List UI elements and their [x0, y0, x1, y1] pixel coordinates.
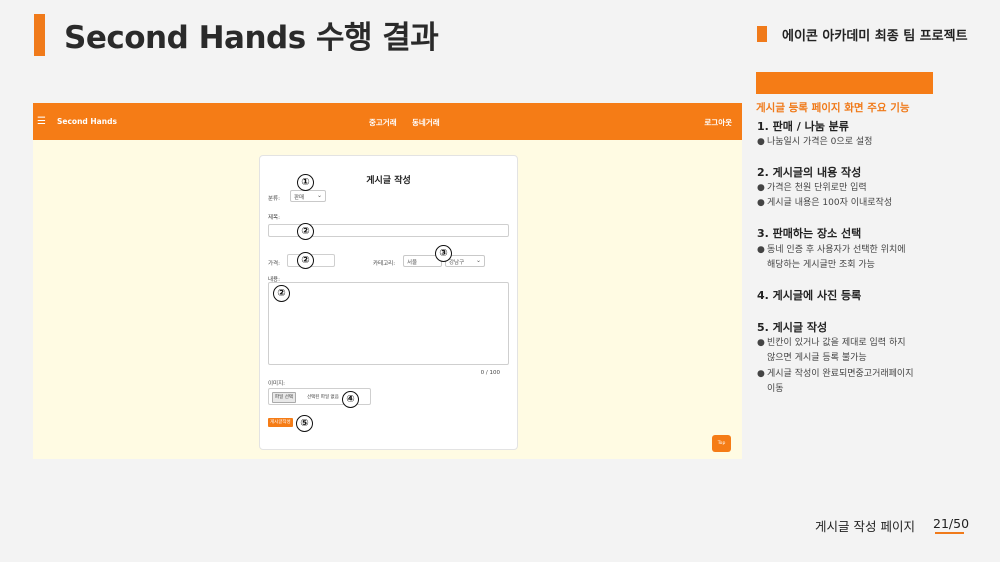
chevron-down-icon: ⌄: [316, 192, 322, 199]
marker-2-title: ②: [297, 223, 314, 240]
bullet-dot-icon: ●: [757, 183, 765, 193]
image-label: 이미지:: [268, 381, 286, 387]
char-counter: 0 / 100: [480, 370, 500, 376]
feature-bullet-cont: 이동: [767, 384, 784, 394]
feature-bullet-cont: 않으면 게시글 등록 불가능: [767, 353, 867, 363]
city-value: 서울: [407, 260, 418, 266]
title-label: 제목:: [268, 215, 280, 221]
bullet-dot-icon: ●: [757, 369, 765, 379]
page-underline: [935, 532, 964, 534]
footer-label: 게시글 작성 페이지: [815, 519, 915, 534]
feature-heading: 5. 게시글 작성: [757, 321, 828, 334]
feature-bullet: ● 나눔일시 가격은 0으로 설정: [757, 134, 872, 150]
page-number: 21/50: [933, 516, 970, 531]
scroll-top-button[interactable]: Top: [712, 435, 731, 452]
marker-2-price: ②: [297, 252, 314, 269]
app-navbar: ☰ Second Hands 중고거래 동네거래 로그아웃: [33, 103, 742, 140]
feature-heading: 1. 판매 / 나눔 분류: [757, 120, 849, 133]
bullet-dot-icon: ●: [757, 198, 765, 208]
side-header-bar: [756, 72, 933, 94]
bullet-dot-icon: ●: [757, 245, 765, 255]
app-screenshot: ☰ Second Hands 중고거래 동네거래 로그아웃 게시글 작성 분류:…: [33, 103, 742, 459]
marker-1: ①: [297, 174, 314, 191]
bullet-dot-icon: ●: [757, 137, 765, 147]
brand-link[interactable]: Second Hands: [57, 117, 117, 126]
category-select[interactable]: 판매 ⌄: [290, 190, 326, 202]
logout-link[interactable]: 로그아웃: [704, 117, 732, 128]
slide-title: Second Hands 수행 결과: [64, 20, 439, 56]
project-label: 에이콘 아카데미 최종 팀 프로젝트: [782, 29, 968, 44]
feature-bullet: ● 게시글 작성이 완료되면중고거래페이지: [757, 366, 913, 382]
post-form-card: 게시글 작성 분류: 판매 ⌄ 제목: 가격: 카테고리: 서울 강남구 ⌄ 내용:…: [259, 155, 518, 450]
price-label: 가격:: [268, 261, 280, 267]
category-value: 판매: [294, 195, 305, 201]
submit-post-button[interactable]: 게시글작성: [268, 418, 293, 427]
nav-link-used-trade[interactable]: 중고거래: [369, 117, 397, 128]
nav-link-local-trade[interactable]: 동네거래: [412, 117, 440, 128]
menu-icon[interactable]: ☰: [37, 116, 46, 127]
file-none-text: 선택된 파일 없음: [307, 395, 339, 400]
marker-5: ⑤: [296, 415, 313, 432]
chevron-down-icon: ⌄: [475, 257, 481, 264]
feature-bullet: ● 빈칸이 있거나 값을 제대로 입력 하지: [757, 335, 906, 351]
marker-4: ④: [342, 391, 359, 408]
feature-heading: 2. 게시글의 내용 작성: [757, 166, 862, 179]
title-accent-bar: [34, 14, 45, 56]
file-select-button[interactable]: 파일 선택: [272, 392, 296, 403]
project-accent-bar: [757, 26, 767, 42]
feature-bullet: ● 가격은 천원 단위로만 입력: [757, 180, 867, 196]
marker-3: ③: [435, 245, 452, 262]
district-value: 강남구: [449, 260, 465, 266]
category-label: 분류:: [268, 196, 280, 202]
content-textarea[interactable]: [268, 282, 509, 365]
marker-2-content: ②: [273, 285, 290, 302]
feature-bullet: ● 동네 인증 후 사용자가 선택한 위치에: [757, 242, 906, 258]
feature-heading: 3. 판매하는 장소 선택: [757, 227, 862, 240]
feature-bullet-cont: 해당하는 게시글만 조회 가능: [767, 260, 875, 270]
feature-bullet: ● 게시글 내용은 100자 이내로작성: [757, 195, 892, 211]
side-caption: 게시글 등록 페이지 화면 주요 기능: [756, 102, 910, 114]
feature-heading: 4. 게시글에 사진 등록: [757, 289, 862, 302]
region-label: 카테고리:: [373, 261, 396, 267]
bullet-dot-icon: ●: [757, 338, 765, 348]
